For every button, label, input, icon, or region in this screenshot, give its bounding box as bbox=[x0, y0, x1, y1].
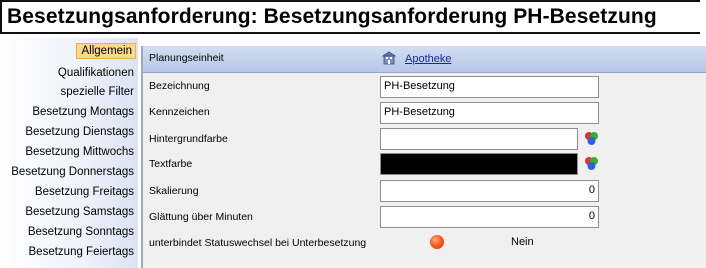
row-skalierung: Skalierung 0 bbox=[143, 177, 706, 202]
row-planungseinheit: Planungseinheit Apotheke bbox=[143, 46, 706, 73]
window-title: Besetzungsanforderung: Besetzungsanforde… bbox=[7, 5, 657, 28]
nav-item-besetzung-mittwochs[interactable]: Besetzung Mittwochs bbox=[25, 146, 134, 158]
nav-item-spezielle-filter[interactable]: spezielle Filter bbox=[61, 86, 135, 98]
glaettung-input[interactable]: 0 bbox=[380, 206, 599, 228]
row-textfarbe: Textfarbe bbox=[143, 150, 706, 175]
nav-item-besetzung-dienstags[interactable]: Besetzung Dienstags bbox=[25, 126, 134, 138]
bezeichnung-label: Bezeichnung bbox=[149, 80, 210, 92]
nav-item-besetzung-montags[interactable]: Besetzung Montags bbox=[32, 106, 134, 118]
planungseinheit-label: Planungseinheit bbox=[149, 52, 224, 64]
nav-item-besetzung-donnerstags[interactable]: Besetzung Donnerstags bbox=[11, 166, 134, 178]
kennzeichen-label: Kennzeichen bbox=[149, 106, 210, 118]
nav-item-besetzung-freitags[interactable]: Besetzung Freitags bbox=[35, 186, 134, 198]
hintergrundfarbe-label: Hintergrundfarbe bbox=[149, 133, 228, 145]
hintergrundfarbe-swatch[interactable] bbox=[380, 128, 578, 150]
textfarbe-swatch[interactable] bbox=[380, 153, 578, 175]
building-icon bbox=[382, 51, 396, 65]
color-picker-icon[interactable] bbox=[584, 131, 599, 146]
row-glaettung: Glättung über Minuten 0 bbox=[143, 203, 706, 228]
color-picker-icon[interactable] bbox=[584, 156, 599, 171]
statuswechsel-value: Nein bbox=[511, 236, 534, 248]
row-kennzeichen: Kennzeichen PH-Besetzung bbox=[143, 100, 706, 125]
nav-item-qualifikationen[interactable]: Qualifikationen bbox=[58, 67, 134, 79]
properties-panel: Planungseinheit Apotheke Bezeichnung PH-… bbox=[141, 46, 706, 268]
statuswechsel-label: unterbindet Statuswechsel bei Unterbeset… bbox=[149, 237, 367, 249]
row-hintergrundfarbe: Hintergrundfarbe bbox=[143, 125, 706, 150]
glaettung-label: Glättung über Minuten bbox=[149, 211, 253, 223]
row-bezeichnung: Bezeichnung PH-Besetzung bbox=[143, 74, 706, 99]
nav-item-allgemein[interactable]: Allgemein bbox=[75, 43, 136, 59]
bezeichnung-input[interactable]: PH-Besetzung bbox=[380, 76, 599, 98]
planungseinheit-link[interactable]: Apotheke bbox=[405, 53, 451, 65]
row-statuswechsel: unterbindet Statuswechsel bei Unterbeset… bbox=[143, 230, 706, 255]
nav-item-besetzung-sonntags[interactable]: Besetzung Sonntags bbox=[28, 226, 134, 238]
nav-item-besetzung-samstags[interactable]: Besetzung Samstags bbox=[25, 206, 134, 218]
status-indicator-icon[interactable] bbox=[430, 235, 444, 249]
nav-item-besetzung-feiertags[interactable]: Besetzung Feiertags bbox=[29, 246, 134, 258]
skalierung-input[interactable]: 0 bbox=[380, 180, 599, 202]
textfarbe-label: Textfarbe bbox=[149, 158, 193, 170]
window-title-bar: Besetzungsanforderung: Besetzungsanforde… bbox=[0, 0, 700, 34]
skalierung-label: Skalierung bbox=[149, 185, 199, 197]
kennzeichen-input[interactable]: PH-Besetzung bbox=[380, 102, 599, 124]
sidebar-nav: Allgemein Qualifikationen spezielle Filt… bbox=[0, 38, 138, 268]
